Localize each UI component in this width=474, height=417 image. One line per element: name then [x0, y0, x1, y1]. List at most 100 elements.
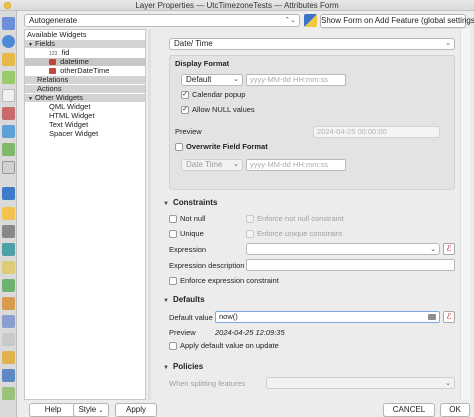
layout-combo-value: Autogenerate [29, 16, 78, 25]
not-null-checkbox[interactable] [169, 215, 177, 223]
default-expression-builder-icon[interactable]: ℰ [443, 311, 455, 323]
available-widgets-tree[interactable]: Available Widgets ▼ Fields 123 fid datet… [24, 29, 146, 400]
overwrite-field-format-checkbox[interactable] [175, 143, 183, 151]
chevron-down-icon: ⌄ [445, 380, 451, 387]
widget-type-value: Date/ Time [174, 39, 213, 48]
layer-icon[interactable] [2, 279, 15, 292]
settings-icon[interactable] [2, 225, 15, 238]
tree-item-widget[interactable]: Text Widget [25, 121, 145, 129]
form-icon[interactable] [2, 161, 15, 174]
display-format-input[interactable]: yyyy-MM-dd HH:mm:ss [246, 74, 346, 86]
python-icon[interactable] [304, 14, 317, 27]
cancel-button[interactable]: CANCEL [383, 403, 435, 417]
apply-button[interactable]: Apply [115, 403, 157, 417]
layout-combo[interactable]: Autogenerate ⌃⌄ [24, 14, 300, 27]
digitize-icon[interactable] [2, 143, 15, 156]
chevron-down-icon: ▼ [28, 42, 33, 48]
brush-icon[interactable] [2, 297, 15, 310]
tree-item-widget[interactable]: HTML Widget [25, 112, 145, 120]
ok-button[interactable]: OK [440, 403, 470, 417]
label-abc-icon[interactable] [2, 89, 15, 102]
preview-label: Preview [175, 127, 202, 136]
window-titlebar: Layer Properties — UtcTimezoneTests — At… [0, 0, 474, 11]
globe-icon[interactable] [2, 243, 15, 256]
chevron-down-icon: ▼ [28, 96, 33, 102]
identify-icon[interactable] [2, 17, 15, 30]
unique-checkbox[interactable] [169, 230, 177, 238]
enforce-expression-checkbox[interactable] [169, 277, 177, 285]
chevron-down-icon: ⌄ [445, 40, 451, 47]
field-format-combo: Date Time ⌄ [181, 159, 243, 171]
tree-item-widget[interactable]: QML Widget [25, 103, 145, 111]
tree-item-fields[interactable]: ▼ Fields [25, 40, 145, 48]
apply-default-on-update-label: Apply default value on update [180, 341, 279, 350]
not-null-label: Not null [180, 214, 206, 223]
note-icon[interactable] [2, 261, 15, 274]
widget-type-combo[interactable]: Date/ Time ⌄ [169, 38, 455, 50]
tree-item-field-selected[interactable]: datetime [25, 58, 145, 66]
enforce-unique-checkbox [246, 230, 254, 238]
expression-description-input[interactable] [246, 259, 455, 271]
help-button[interactable]: Help [29, 403, 77, 417]
defaults-header[interactable]: ▼ Defaults [163, 295, 205, 304]
expression-input[interactable]: ⌄ [246, 243, 440, 255]
navigation-icon[interactable] [2, 369, 15, 382]
default-preview-value: 2024-04-25 12:09:35 [215, 328, 285, 337]
tree-item-other-widgets[interactable]: ▼ Other Widgets [25, 94, 145, 102]
tree-header: Available Widgets [27, 30, 87, 39]
select-icon[interactable] [2, 53, 15, 66]
window-title: Layer Properties — UtcTimezoneTests — At… [135, 1, 339, 10]
enforce-not-null-label: Enforce not null constraint [257, 214, 344, 223]
bolt-icon[interactable] [2, 351, 15, 364]
tree-item-actions[interactable]: Actions [25, 85, 145, 93]
apply-default-on-update-checkbox[interactable] [169, 342, 177, 350]
chevron-down-icon: ⌄ [430, 246, 436, 253]
enforce-not-null-checkbox [246, 215, 254, 223]
splitting-policy-label: When splitting features [169, 379, 246, 388]
expression-description-label: Expression description [169, 261, 245, 270]
tree-item-field[interactable]: otherDateTime [25, 67, 145, 75]
chevron-down-icon: ▼ [163, 298, 169, 304]
unique-label: Unique [180, 229, 204, 238]
calendar-popup-label: Calendar popup [192, 90, 246, 99]
join-icon[interactable] [2, 207, 15, 220]
style-button[interactable]: Style ⌄ [73, 403, 109, 417]
allow-null-checkbox[interactable]: ✓ [181, 106, 189, 114]
allow-null-label: Allow NULL values [192, 105, 255, 114]
preview-datetime-field: 2024-04-25 00:00:00 [313, 126, 440, 138]
default-value-input[interactable]: now() [215, 311, 440, 323]
chevron-down-icon: ▼ [163, 201, 169, 207]
show-form-button[interactable]: Show Form on Add Feature (global setting… [320, 14, 474, 28]
tree-item-widget[interactable]: Spacer Widget [25, 130, 145, 138]
calendar-popup-checkbox[interactable]: ✓ [181, 91, 189, 99]
chevron-down-icon: ⌄ [233, 161, 239, 168]
tree-item-field[interactable]: 123 fid [25, 49, 145, 58]
default-preview-label: Preview [169, 328, 196, 337]
enforce-unique-label: Enforce unique constraint [257, 229, 343, 238]
abc-label-icon[interactable] [2, 125, 15, 138]
attributes-form-icon[interactable] [2, 187, 15, 200]
field-format-input: yyyy-MM-dd HH:mm:ss [246, 159, 346, 171]
clear-input-icon[interactable] [428, 314, 436, 320]
expression-label: Expression [169, 245, 207, 254]
table-icon[interactable] [2, 315, 15, 328]
integer-type-icon: 123 [49, 51, 58, 57]
plugin-icon[interactable] [2, 387, 15, 400]
measure-icon[interactable] [2, 107, 15, 120]
chevron-down-icon: ▼ [163, 365, 169, 371]
vertical-scrollbar[interactable] [460, 29, 470, 400]
chevron-down-icon: ⌃⌄ [284, 17, 296, 24]
info-icon[interactable] [2, 35, 15, 48]
expression-builder-icon[interactable]: ℰ [443, 243, 455, 255]
default-value-label: Default value [169, 313, 213, 322]
tool-icon[interactable] [2, 333, 15, 346]
policies-header[interactable]: ▼ Policies [163, 362, 203, 371]
display-format-title: Display Format [175, 59, 230, 68]
constraints-header[interactable]: ▼ Constraints [163, 198, 217, 207]
tree-item-relations[interactable]: Relations [25, 76, 145, 84]
chevron-down-icon: ⌄ [98, 408, 104, 414]
splitting-policy-combo: ⌄ [266, 377, 455, 389]
main-toolbar-strip [0, 11, 17, 417]
edit-icon[interactable] [2, 71, 15, 84]
display-format-combo[interactable]: Default ⌄ [181, 74, 243, 86]
